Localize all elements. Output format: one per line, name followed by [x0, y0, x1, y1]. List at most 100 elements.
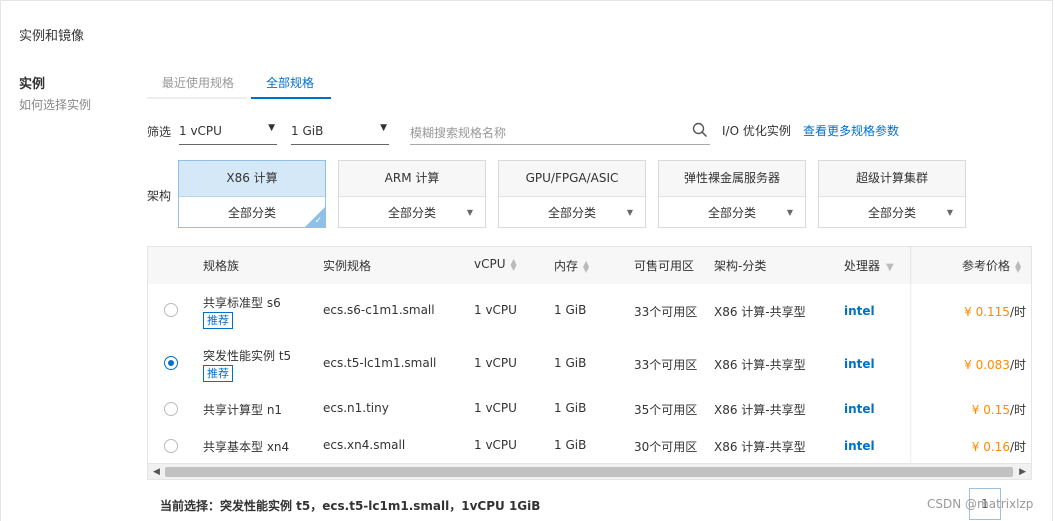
arch-category-select[interactable]: 全部分类 ▼ [659, 197, 805, 229]
col-memory[interactable]: 内存 ▲ ▼ [554, 257, 589, 274]
col-memory-label: 内存 [554, 259, 579, 273]
search-icon[interactable] [692, 122, 708, 138]
intel-logo: intel [844, 357, 875, 371]
row-price: ¥ 0.16/时 [972, 438, 1026, 455]
row-spec: ecs.s6-c1m1.small [323, 303, 435, 317]
price-value: ¥ 0.115 [964, 305, 1010, 319]
row-family: 突发性能实例 t5 [203, 349, 292, 363]
horizontal-scrollbar[interactable]: ◀ ▶ [148, 463, 1031, 479]
row-family: 共享标准型 s6 [203, 296, 281, 310]
table-row[interactable]: 共享标准型 s6 推荐 ecs.s6-c1m1.small 1 vCPU 1 G… [148, 284, 1031, 338]
row-arch: X86 计算-共享型 [714, 358, 806, 372]
memory-select-value: 1 GiB [291, 124, 324, 138]
io-optimized-label: I/O 优化实例 [722, 124, 791, 138]
col-cpu-label: 处理器 [844, 259, 881, 273]
table-row[interactable]: 突发性能实例 t5 推荐 ecs.t5-lc1m1.small 1 vCPU 1… [148, 337, 1031, 391]
vcpu-select-value: 1 vCPU [179, 124, 222, 138]
spec-table: 规格族 实例规格 vCPU ▲ ▼ 内存 ▲ ▼ 可售可用区 架构-分类 处理器 ▼ 参考… [147, 246, 1032, 480]
arch-category-select[interactable]: 全部分类 [179, 197, 325, 229]
architecture-label: 架构 [147, 189, 172, 203]
sort-icon[interactable]: ▲ ▼ [583, 259, 589, 273]
intel-logo: intel [844, 439, 875, 453]
arch-card-title: ARM 计算 [339, 161, 485, 197]
col-price[interactable]: 参考价格 ▲ ▼ [962, 257, 1021, 274]
table-header: 规格族 实例规格 vCPU ▲ ▼ 内存 ▲ ▼ 可售可用区 架构-分类 处理器 ▼ 参考… [148, 247, 1031, 285]
arch-card-title: 超级计算集群 [819, 161, 965, 197]
filter-icon[interactable]: ▼ [886, 262, 894, 273]
scroll-right-icon[interactable]: ▶ [1019, 467, 1026, 477]
sort-icon[interactable]: ▲ ▼ [511, 257, 517, 271]
col-family: 规格族 [203, 259, 240, 273]
spec-search-input[interactable]: 模糊搜索规格名称 [410, 118, 710, 145]
caret-down-icon: ▼ [786, 208, 793, 217]
arch-card-gpu[interactable]: GPU/FPGA/ASIC 全部分类 ▼ [498, 160, 646, 228]
row-vcpu: 1 vCPU [474, 356, 517, 370]
price-value: ¥ 0.16 [971, 440, 1010, 454]
col-arch: 架构-分类 [714, 259, 767, 273]
arch-card-x86[interactable]: X86 计算 全部分类 ✓ [178, 160, 326, 228]
arch-card-title: GPU/FPGA/ASIC [499, 161, 645, 197]
price-unit: /时 [1009, 440, 1026, 454]
price-unit: /时 [1009, 403, 1026, 417]
tab-all-specs[interactable]: 全部规格 [266, 74, 314, 98]
recommend-badge: 推荐 [203, 365, 233, 382]
caret-down-icon: ▼ [946, 208, 953, 217]
row-radio[interactable] [164, 303, 178, 317]
scrollbar-thumb[interactable] [165, 467, 1013, 477]
sort-icon[interactable]: ▲ ▼ [1015, 259, 1021, 273]
caret-down-icon: ▼ [380, 123, 387, 133]
arch-card-super-computing[interactable]: 超级计算集群 全部分类 ▼ [818, 160, 966, 228]
row-radio[interactable] [164, 402, 178, 416]
current-selection: 当前选择：突发性能实例 t5，ecs.t5-lc1m1.small，1vCPU … [160, 499, 541, 513]
row-zones: 30个可用区 [634, 440, 698, 454]
arch-category-value: 全部分类 [547, 206, 596, 220]
caret-down-icon: ▼ [268, 123, 275, 133]
price-value: ¥ 0.15 [971, 403, 1010, 417]
intel-logo: intel [844, 402, 875, 416]
row-family: 共享基本型 xn4 [203, 440, 290, 454]
watermark: CSDN @matrixlzp [927, 497, 1034, 511]
row-zones: 33个可用区 [634, 305, 698, 319]
intel-logo: intel [844, 304, 875, 318]
table-row[interactable]: 共享基本型 xn4 ecs.xn4.small 1 vCPU 1 GiB 30个… [148, 427, 1031, 463]
search-placeholder: 模糊搜索规格名称 [410, 126, 507, 140]
arch-category-select[interactable]: 全部分类 ▼ [819, 197, 965, 229]
sidebar-title: 实例 [19, 77, 46, 92]
row-memory: 1 GiB [554, 401, 587, 415]
row-radio[interactable] [164, 356, 178, 370]
row-zones: 35个可用区 [634, 403, 698, 417]
col-cpu[interactable]: 处理器 ▼ [844, 257, 894, 274]
caret-down-icon: ▼ [626, 208, 633, 217]
row-vcpu: 1 vCPU [474, 401, 517, 415]
row-price: ¥ 0.15/时 [972, 401, 1026, 418]
arch-category-select[interactable]: 全部分类 ▼ [339, 197, 485, 229]
tab-recent-specs[interactable]: 最近使用规格 [162, 74, 234, 98]
price-unit: /时 [1009, 358, 1026, 372]
arch-card-bare-metal[interactable]: 弹性裸金属服务器 全部分类 ▼ [658, 160, 806, 228]
vcpu-select[interactable]: 1 vCPU ▼ [179, 118, 277, 145]
arch-category-value: 全部分类 [707, 206, 756, 220]
row-vcpu: 1 vCPU [474, 438, 517, 452]
how-to-choose-link[interactable]: 如何选择实例 [19, 96, 91, 113]
col-spec: 实例规格 [323, 259, 372, 273]
row-memory: 1 GiB [554, 438, 587, 452]
arch-card-arm[interactable]: ARM 计算 全部分类 ▼ [338, 160, 486, 228]
memory-select[interactable]: 1 GiB ▼ [291, 118, 389, 145]
recommend-badge: 推荐 [203, 312, 233, 329]
fixed-column-shadow [910, 247, 912, 465]
price-value: ¥ 0.083 [964, 358, 1010, 372]
more-spec-params-link[interactable]: 查看更多规格参数 [803, 122, 899, 139]
row-spec: ecs.t5-lc1m1.small [323, 356, 437, 370]
col-vcpu[interactable]: vCPU ▲ ▼ [474, 257, 517, 271]
arch-category-value: 全部分类 [867, 206, 916, 220]
scroll-left-icon[interactable]: ◀ [153, 467, 160, 477]
arch-category-select[interactable]: 全部分类 ▼ [499, 197, 645, 229]
row-radio[interactable] [164, 439, 178, 453]
caret-down-icon: ▼ [466, 208, 473, 217]
row-zones: 33个可用区 [634, 358, 698, 372]
row-spec: ecs.xn4.small [323, 438, 406, 452]
check-icon: ✓ [314, 216, 322, 226]
arch-card-title: X86 计算 [179, 161, 325, 197]
row-arch: X86 计算-共享型 [714, 440, 806, 454]
table-row[interactable]: 共享计算型 n1 ecs.n1.tiny 1 vCPU 1 GiB 35个可用区… [148, 390, 1031, 428]
